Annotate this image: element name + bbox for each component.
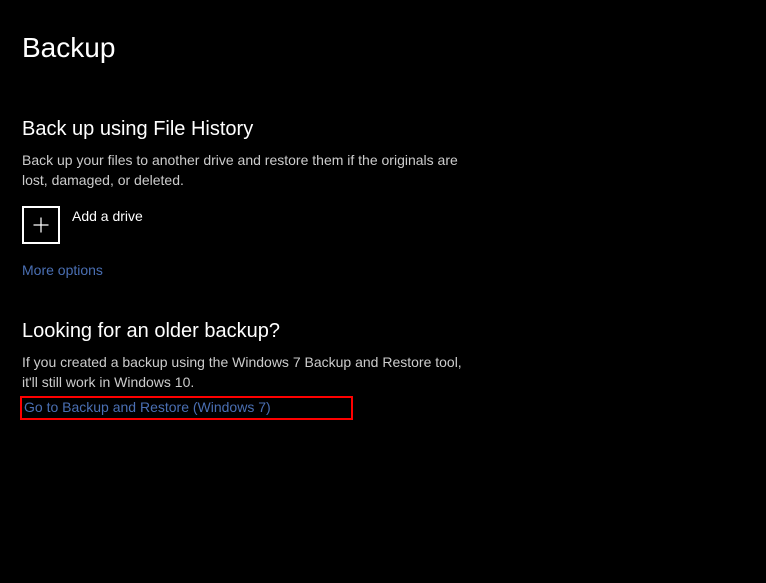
add-drive-label: Add a drive <box>72 206 143 224</box>
file-history-heading: Back up using File History <box>22 118 744 141</box>
older-backup-heading: Looking for an older backup? <box>22 320 744 343</box>
file-history-description: Back up your files to another drive and … <box>22 151 472 190</box>
older-backup-description: If you created a backup using the Window… <box>22 353 472 392</box>
older-backup-section: Looking for an older backup? If you crea… <box>22 320 744 420</box>
more-options-link[interactable]: More options <box>22 262 103 278</box>
file-history-section: Back up using File History Back up your … <box>22 118 744 320</box>
add-drive-button[interactable]: Add a drive <box>22 206 143 244</box>
plus-icon <box>22 206 60 244</box>
highlight-annotation: Go to Backup and Restore (Windows 7) <box>20 396 353 420</box>
page-title: Backup <box>22 32 744 64</box>
backup-restore-win7-link[interactable]: Go to Backup and Restore (Windows 7) <box>24 399 271 415</box>
